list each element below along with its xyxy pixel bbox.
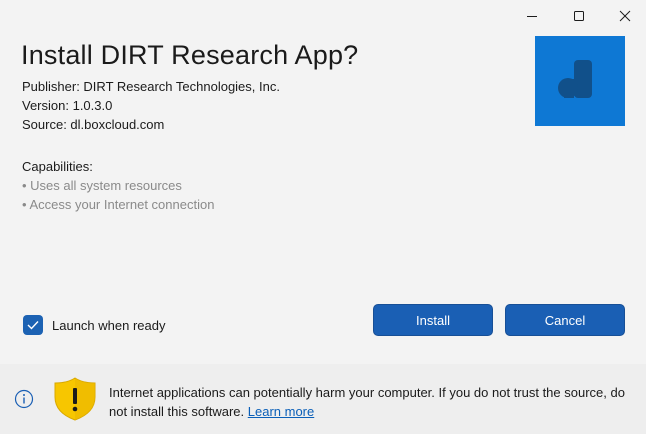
minimize-icon bbox=[527, 16, 537, 17]
source-text: Source: dl.boxcloud.com bbox=[22, 117, 165, 132]
cancel-button[interactable]: Cancel bbox=[505, 304, 625, 336]
launch-checkbox[interactable] bbox=[23, 315, 43, 335]
capability-item: • Uses all system resources bbox=[22, 178, 182, 193]
page-title: Install DIRT Research App? bbox=[21, 40, 359, 70]
app-tile bbox=[535, 36, 625, 126]
minimize-button[interactable] bbox=[509, 0, 555, 32]
security-warning-bar: Internet applications can potentially ha… bbox=[0, 364, 646, 434]
installer-window: Install DIRT Research App? Publisher: DI… bbox=[0, 0, 646, 434]
warning-message: Internet applications can potentially ha… bbox=[109, 383, 629, 421]
warning-shield-icon bbox=[54, 377, 96, 421]
info-icon bbox=[14, 389, 34, 409]
warning-text: Internet applications can potentially ha… bbox=[109, 385, 625, 419]
maximize-button[interactable] bbox=[556, 0, 602, 32]
capability-item: • Access your Internet connection bbox=[22, 197, 215, 212]
capabilities-title: Capabilities: bbox=[22, 159, 93, 174]
close-button[interactable] bbox=[602, 0, 646, 32]
learn-more-link[interactable]: Learn more bbox=[248, 404, 314, 419]
publisher-text: Publisher: DIRT Research Technologies, I… bbox=[22, 79, 280, 94]
checkmark-icon bbox=[27, 321, 39, 330]
app-metadata: Publisher: DIRT Research Technologies, I… bbox=[22, 77, 280, 134]
install-button[interactable]: Install bbox=[373, 304, 493, 336]
launch-label: Launch when ready bbox=[52, 317, 166, 333]
close-icon bbox=[619, 10, 631, 22]
app-logo-icon bbox=[558, 60, 592, 98]
capabilities-section: Capabilities: • Uses all system resource… bbox=[22, 157, 214, 214]
launch-when-ready-option[interactable]: Launch when ready bbox=[23, 315, 165, 335]
version-text: Version: 1.0.3.0 bbox=[22, 98, 113, 113]
maximize-icon bbox=[574, 11, 584, 21]
